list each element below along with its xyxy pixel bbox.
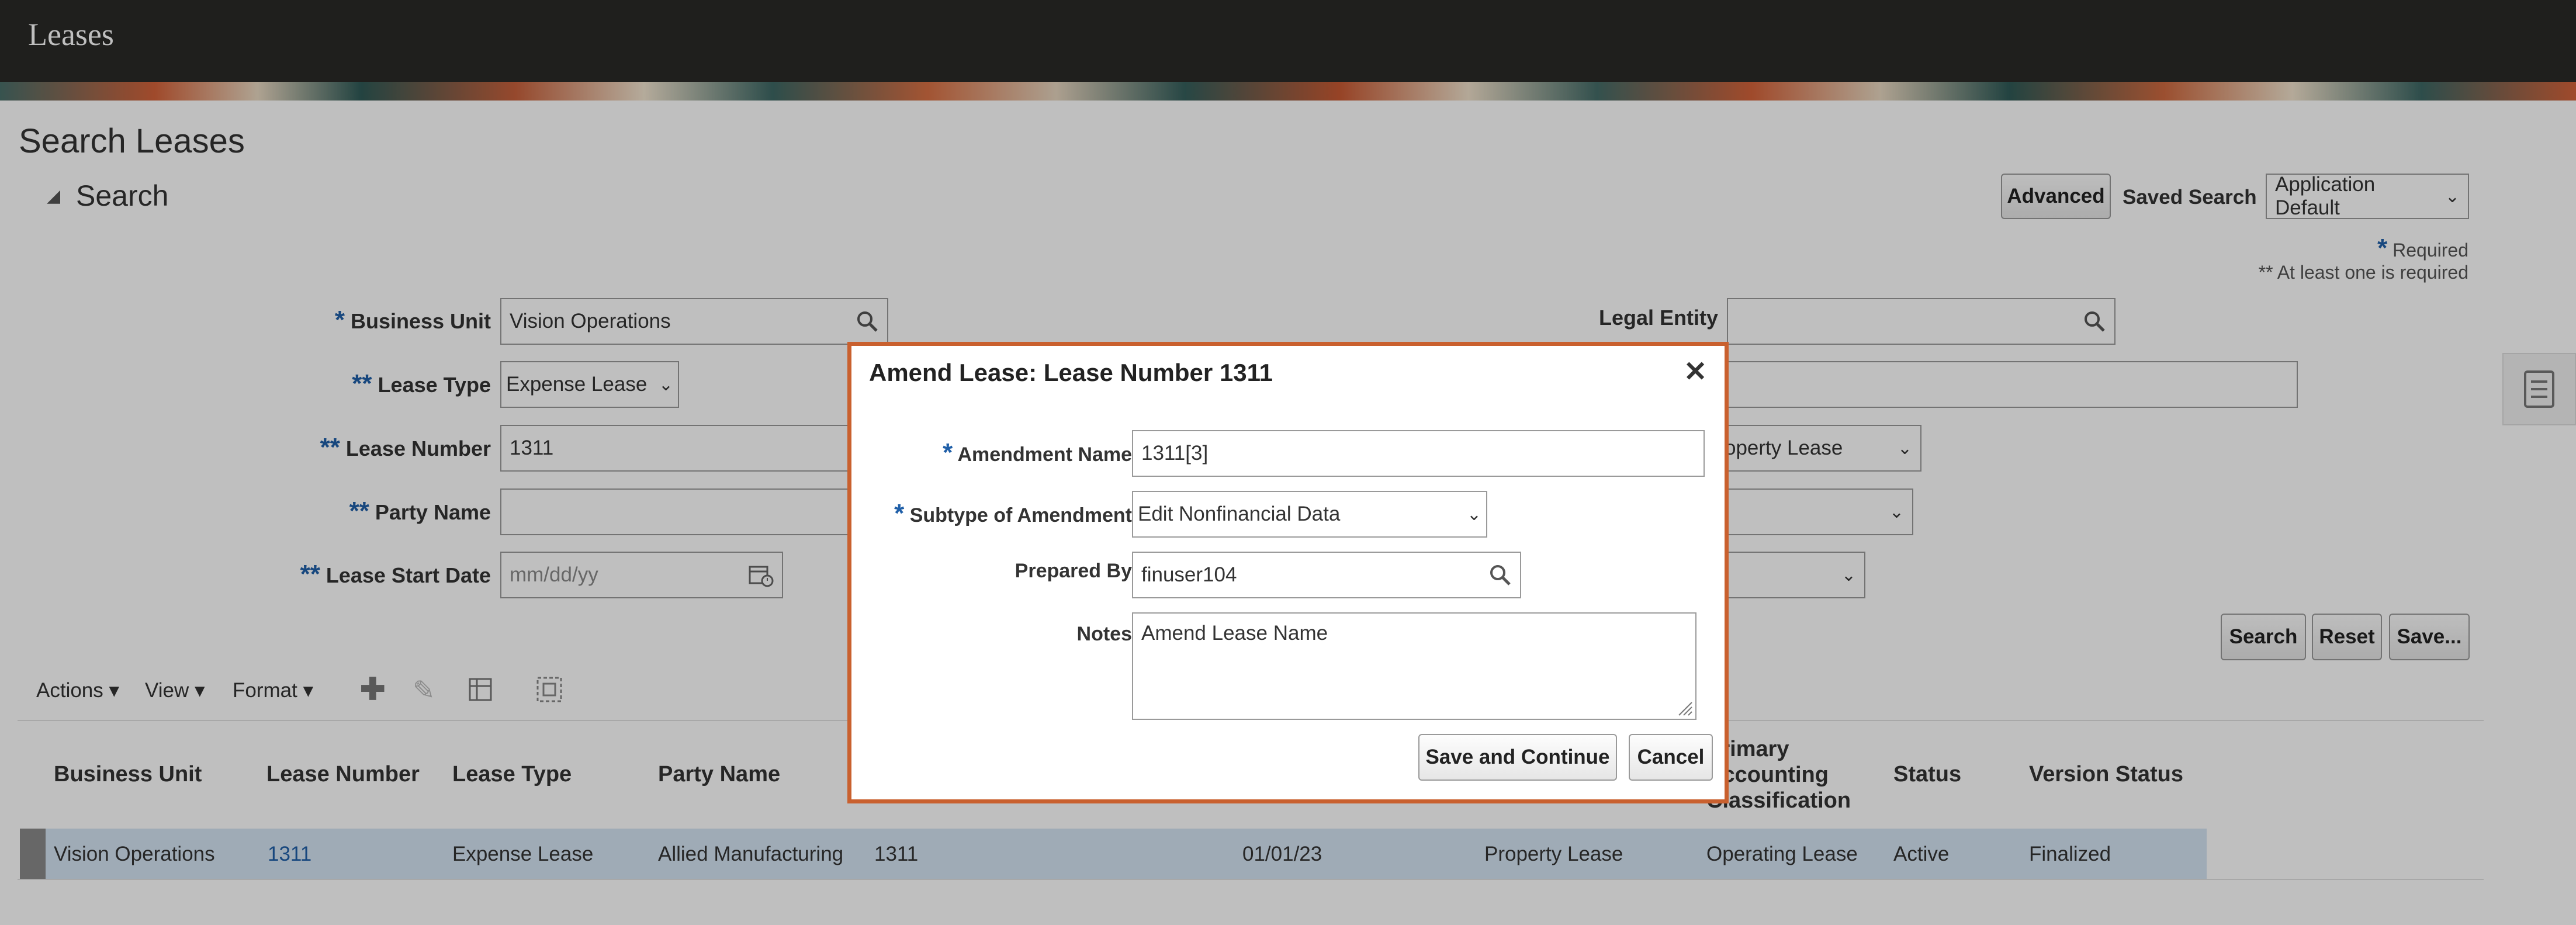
subtype-of-amendment-value: Edit Nonfinancial Data [1138,503,1341,525]
close-icon[interactable]: ✕ [1684,355,1707,388]
amendment-name-input[interactable]: 1311[3] [1132,430,1705,477]
amendment-name-label: * Amendment Name [863,438,1132,467]
subtype-of-amendment-select[interactable]: Edit Nonfinancial Data ⌄ [1132,491,1487,538]
prepared-by-value: finuser104 [1141,563,1237,586]
prepared-by-label: Prepared By [1015,560,1132,582]
amend-lease-dialog: Amend Lease: Lease Number 1311 ✕ * Amend… [847,342,1729,803]
required-marker: * [894,499,905,528]
chevron-down-icon: ⌄ [1466,504,1481,524]
notes-label: Notes [1076,623,1132,645]
notes-textarea[interactable]: Amend Lease Name [1132,612,1696,720]
cancel-button[interactable]: Cancel [1629,734,1713,781]
notes-value: Amend Lease Name [1141,622,1328,645]
amendment-name-label-text: Amendment Name [957,444,1132,466]
subtype-of-amendment-label-text: Subtype of Amendment [909,504,1132,526]
search-icon[interactable] [1488,563,1512,587]
subtype-of-amendment-label: * Subtype of Amendment [863,499,1132,528]
amendment-name-value: 1311[3] [1141,442,1209,465]
prepared-by-input[interactable]: finuser104 [1132,552,1521,598]
resize-handle-icon[interactable] [1675,699,1693,716]
save-and-continue-button[interactable]: Save and Continue [1418,734,1617,781]
dialog-title: Amend Lease: Lease Number 1311 [869,359,1273,386]
required-marker: * [943,438,953,467]
